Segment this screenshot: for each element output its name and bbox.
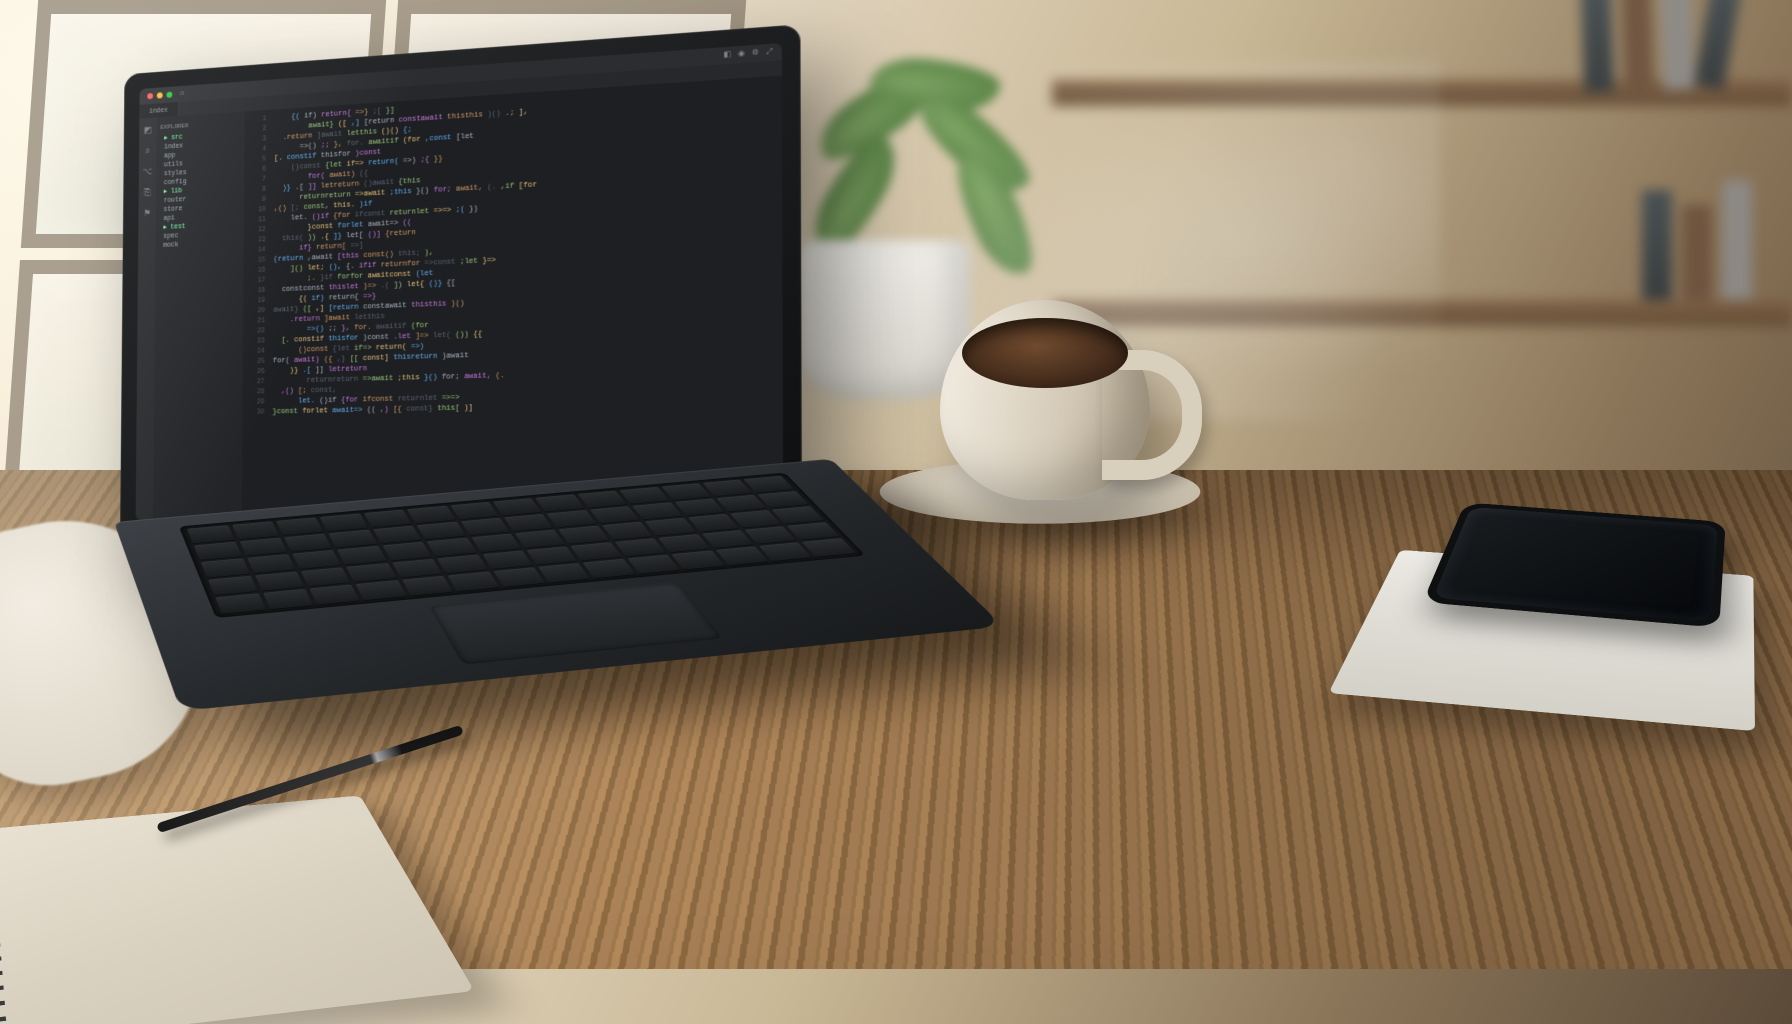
screen-bezel: ⌂ ◧◉⚙⤢ index ◩⌕⌥⎘⚑ Explorer ▸ src index … bbox=[120, 24, 802, 540]
activity-icon: ⌥ bbox=[142, 167, 152, 178]
titlebar-left: ⌂ bbox=[180, 88, 184, 99]
laptop-lid: ⌂ ◧◉⚙⤢ index ◩⌕⌥⎘⚑ Explorer ▸ src index … bbox=[120, 24, 802, 540]
code-editor-screen: ⌂ ◧◉⚙⤢ index ◩⌕⌥⎘⚑ Explorer ▸ src index … bbox=[136, 43, 784, 520]
window-controls bbox=[147, 92, 172, 100]
titlebar-right-icons: ◧◉⚙⤢ bbox=[717, 46, 773, 62]
editor-pane: 1234567891011121314151617181920212223242… bbox=[242, 76, 784, 520]
trackpad bbox=[429, 582, 723, 665]
activity-icon: ⚑ bbox=[143, 209, 151, 220]
scene-root: ⌂ ◧◉⚙⤢ index ◩⌕⌥⎘⚑ Explorer ▸ src index … bbox=[0, 0, 1792, 1024]
activity-icon: ◩ bbox=[144, 126, 152, 137]
coffee-cup bbox=[940, 300, 1150, 500]
code-area: {( if) return{ =>} ;[ }] await} ([ ,] [r… bbox=[268, 76, 784, 520]
file-explorer: Explorer ▸ src index app utils styles co… bbox=[153, 112, 245, 520]
laptop: ⌂ ◧◉⚙⤢ index ◩⌕⌥⎘⚑ Explorer ▸ src index … bbox=[120, 70, 880, 850]
line-gutter: 1234567891011121314151617181920212223242… bbox=[242, 110, 271, 520]
activity-icon: ⎘ bbox=[144, 188, 151, 199]
activity-icon: ⌕ bbox=[145, 146, 150, 157]
